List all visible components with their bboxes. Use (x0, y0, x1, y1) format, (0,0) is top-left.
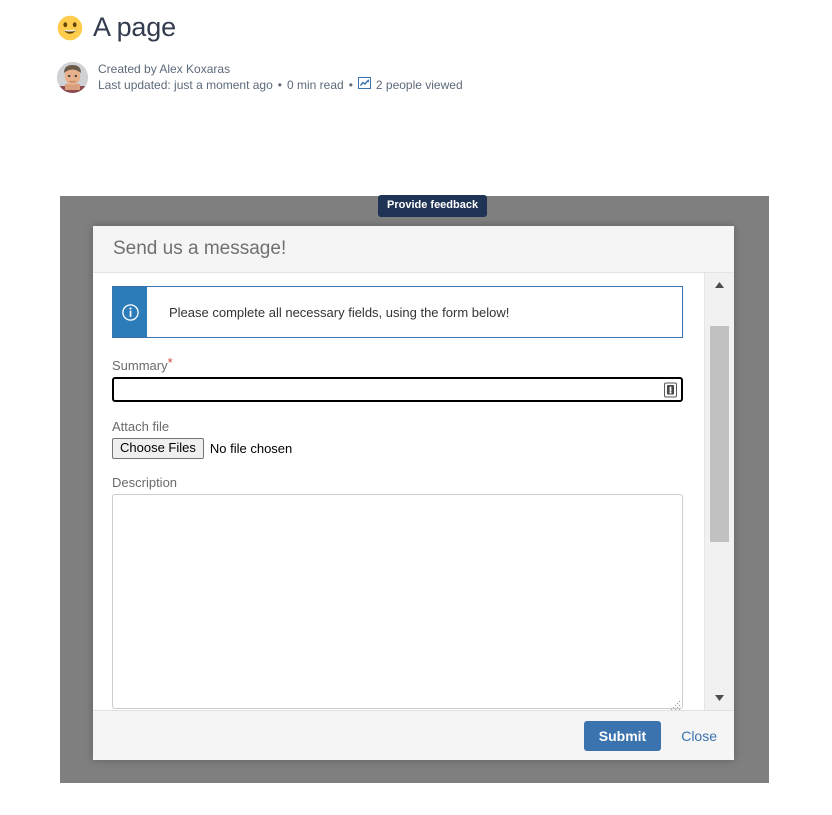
description-textarea[interactable] (112, 494, 683, 709)
feedback-dialog: Send us a message! Please complete all n… (93, 226, 734, 760)
avatar[interactable] (57, 61, 88, 93)
page-header: A page Created by Alex Koxaras Last upda… (57, 12, 757, 93)
byline-sep-1: • (277, 78, 282, 92)
byline-updated: Last updated: just a moment ago (98, 78, 273, 92)
byline-views: 2 people viewed (375, 78, 463, 92)
dialog-footer: Submit Close (93, 710, 734, 760)
dialog-header: Send us a message! (93, 226, 734, 273)
screen-root: A page Created by Alex Koxaras Last upda… (0, 0, 832, 815)
summary-field-wrap (112, 377, 683, 402)
info-banner: Please complete all necessary fields, us… (112, 286, 683, 338)
page-title: A page (93, 12, 176, 42)
summary-required-mark: * (167, 355, 173, 370)
password-manager-icon[interactable] (664, 382, 677, 397)
summary-label: Summary* (112, 355, 683, 373)
description-label: Description (112, 475, 178, 490)
scroll-up-arrow-icon[interactable] (705, 273, 734, 297)
byline-text: Created by Alex Koxaras Last updated: ju… (98, 61, 463, 93)
info-message: Please complete all necessary fields, us… (169, 304, 510, 320)
dialog-body: Please complete all necessary fields, us… (93, 273, 734, 710)
close-link[interactable]: Close (681, 728, 717, 744)
file-chosen-status: No file chosen (209, 441, 293, 456)
choose-files-button[interactable]: Choose Files (112, 438, 204, 459)
file-input-row[interactable]: Choose Files No file chosen (112, 438, 683, 459)
line-chart-icon (357, 77, 371, 93)
dialog-scroll-area: Please complete all necessary fields, us… (93, 273, 705, 710)
info-circle-icon (113, 287, 147, 337)
dialog-title: Send us a message! (113, 238, 287, 259)
dialog-scrollbar[interactable] (704, 273, 734, 710)
summary-input[interactable] (112, 377, 683, 402)
scroll-down-arrow-icon[interactable] (705, 686, 734, 710)
summary-label-text: Summary (112, 358, 168, 373)
dialog-form: Please complete all necessary fields, us… (93, 273, 705, 710)
provide-feedback-tooltip: Provide feedback (378, 195, 488, 217)
attach-file-label: Attach file (112, 419, 170, 434)
byline-meta: Last updated: just a moment ago • 0 min … (98, 77, 463, 93)
description-field-wrap (112, 494, 683, 710)
attach-file-field: Attach file Choose Files No file chosen (112, 419, 683, 459)
scrollbar-thumb[interactable] (710, 326, 729, 542)
page-title-row: A page (57, 12, 757, 43)
byline-author: Created by Alex Koxaras (98, 62, 231, 76)
byline: Created by Alex Koxaras Last updated: ju… (57, 61, 757, 93)
grinning-face-icon (57, 15, 83, 41)
submit-button[interactable]: Submit (583, 720, 662, 751)
byline-sep-2: • (348, 78, 353, 92)
byline-read-time: 0 min read (286, 78, 344, 92)
